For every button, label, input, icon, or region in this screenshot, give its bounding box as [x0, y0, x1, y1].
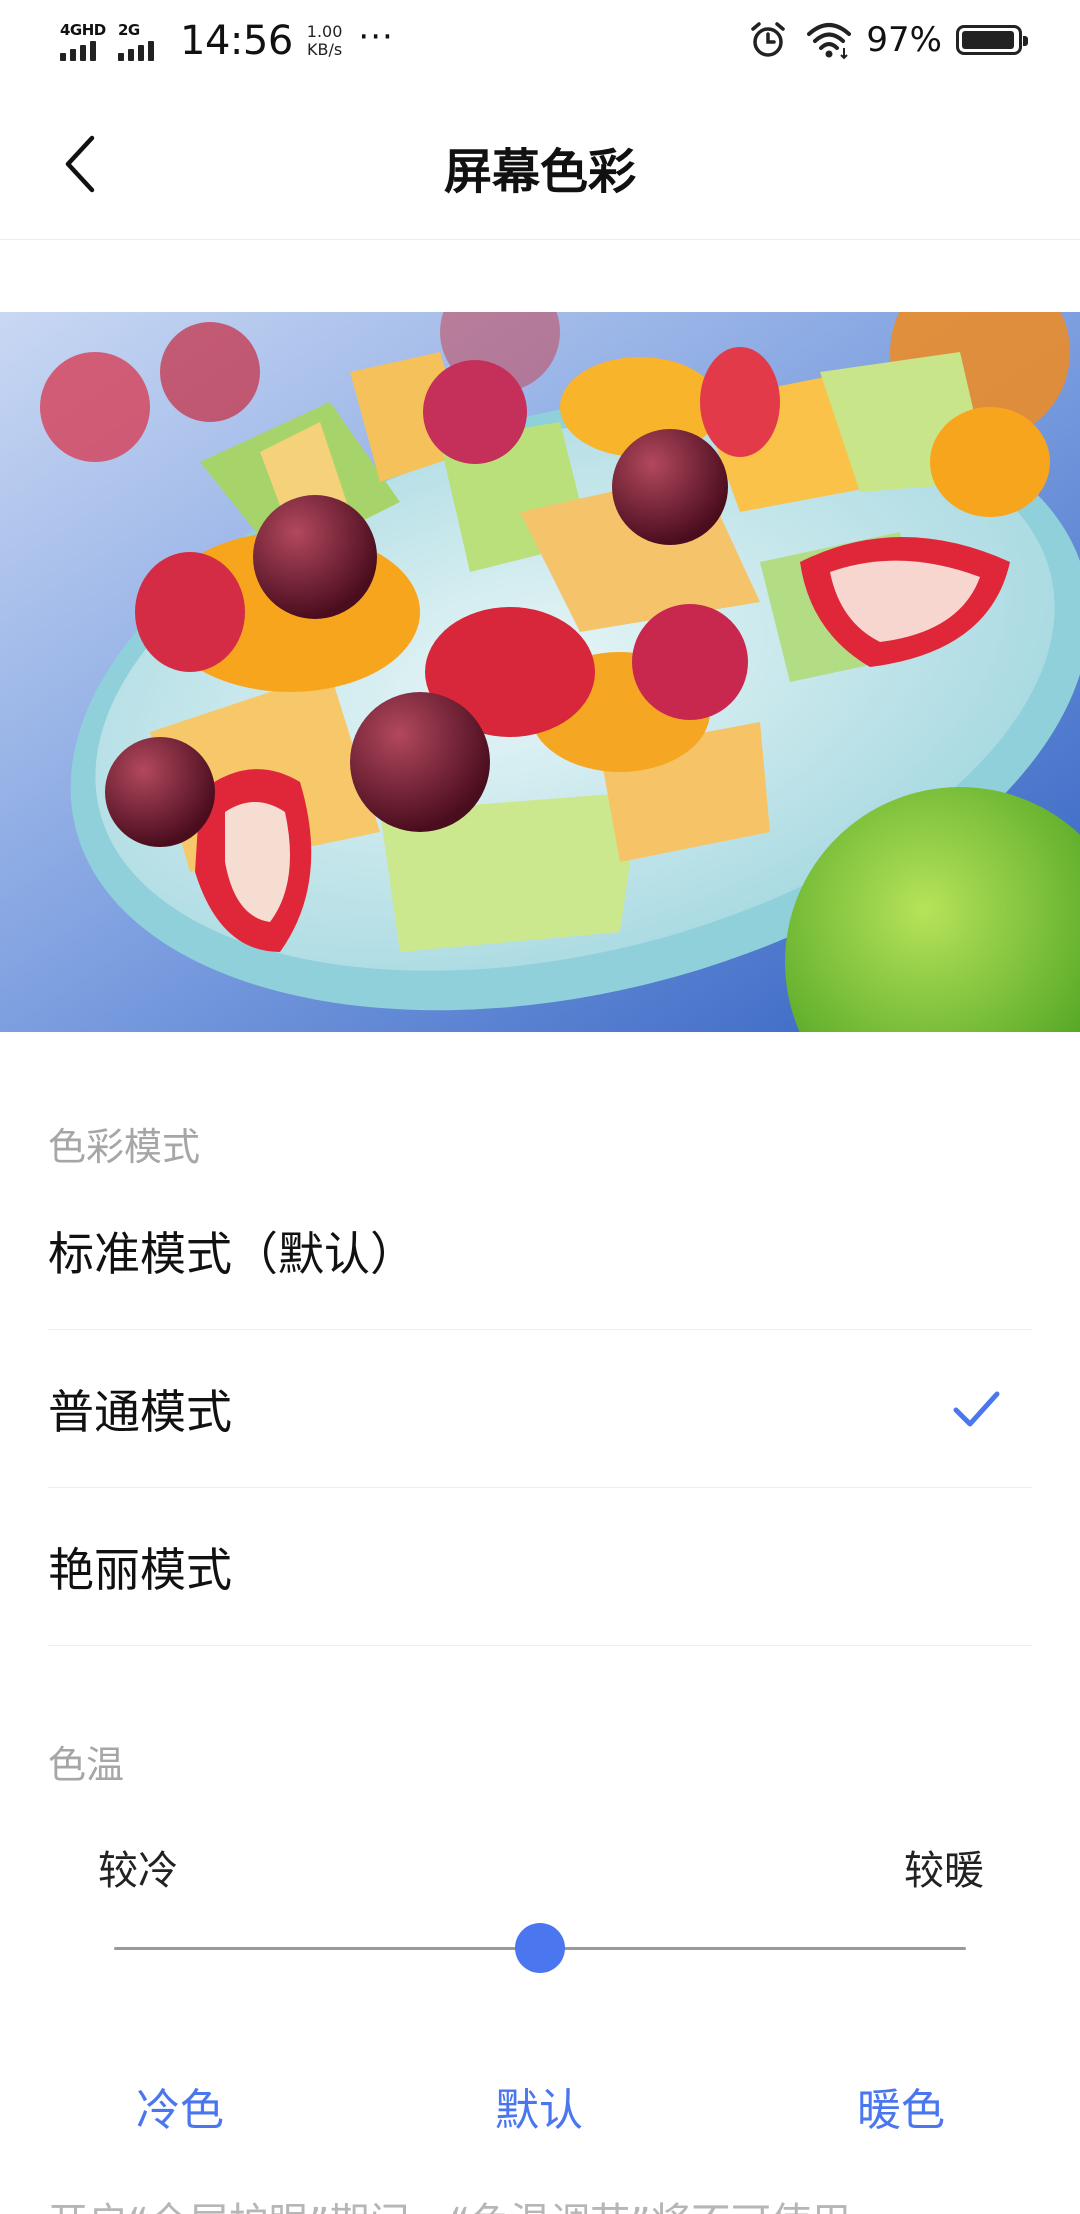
- clock: 14:56: [180, 18, 293, 64]
- mode-option-label: 标准模式（默认）: [48, 1226, 416, 1281]
- more-notifications-icon: ···: [358, 17, 394, 57]
- warmer-label: 较暖: [904, 1848, 984, 1894]
- preset-warm-button[interactable]: 暖色: [857, 2074, 945, 2138]
- wifi-icon: [807, 23, 852, 60]
- color-temp-section-label: 色温: [48, 1743, 125, 1787]
- status-bar: 4GHD 2G 14:56 1.00 KB/s ··· 97%: [0, 0, 1080, 88]
- cooler-label: 较冷: [98, 1848, 178, 1894]
- slider-thumb[interactable]: [515, 1923, 565, 1973]
- color-temp-slider[interactable]: [114, 1920, 966, 1976]
- mode-option-vivid[interactable]: 艳丽模式: [48, 1488, 1032, 1646]
- color-preview-image: [0, 312, 1080, 1032]
- network-speed-unit: KB/s: [306, 40, 343, 59]
- app-header: 屏幕色彩: [0, 88, 1080, 240]
- cellular-signal-icon: 2G: [118, 19, 168, 63]
- mode-option-label: 艳丽模式: [48, 1542, 232, 1597]
- fruit-salad-illustration: [0, 312, 1080, 1032]
- preset-cool-button[interactable]: 冷色: [136, 2074, 224, 2138]
- mode-option-normal[interactable]: 普通模式: [48, 1330, 1032, 1488]
- page-title: 屏幕色彩: [443, 144, 636, 200]
- mode-option-label: 普通模式: [48, 1384, 232, 1439]
- signal-label: 4GHD: [60, 21, 106, 39]
- mode-option-standard[interactable]: 标准模式（默认）: [48, 1172, 1032, 1330]
- signal-label: 2G: [118, 21, 140, 39]
- network-speed-value: 1.00: [306, 22, 343, 41]
- footer-note: 开启“全屏护眼”期间，“色温调节”将不可使用: [48, 2190, 851, 2214]
- network-speed: 1.00 KB/s: [307, 23, 343, 59]
- battery-icon: [956, 25, 1028, 55]
- battery-fill: [962, 31, 1015, 49]
- color-mode-section-label: 色彩模式: [48, 1125, 201, 1169]
- battery-percent: 97%: [866, 20, 942, 60]
- preset-default-button[interactable]: 默认: [495, 2074, 583, 2138]
- cellular-signal-icon: 4GHD: [60, 19, 110, 63]
- alarm-icon: [751, 22, 786, 57]
- checkmark-icon: [953, 1391, 1000, 1426]
